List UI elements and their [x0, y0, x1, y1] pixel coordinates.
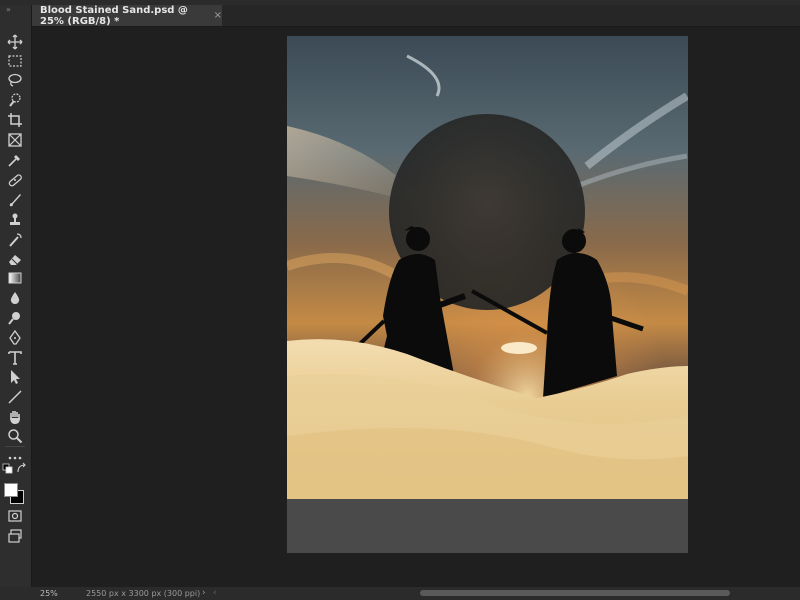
type-icon[interactable] — [5, 349, 25, 367]
status-menu-arrow[interactable]: › — [202, 588, 206, 598]
quick-mask-icon[interactable] — [5, 507, 25, 525]
gradient-icon[interactable] — [5, 269, 25, 287]
line-icon[interactable] — [5, 388, 25, 406]
document-tab[interactable]: Blood Stained Sand.psd @ 25% (RGB/8) * × — [32, 4, 222, 27]
panel-collapse-icon[interactable]: » — [6, 5, 11, 14]
history-brush-icon[interactable] — [5, 231, 25, 249]
move-icon[interactable] — [5, 33, 25, 51]
foreground-color-swatch[interactable] — [4, 483, 18, 497]
document-tab-title: Blood Stained Sand.psd @ 25% (RGB/8) * — [40, 4, 188, 27]
dodge-icon[interactable] — [5, 309, 25, 327]
zoom-level-field[interactable]: 25% — [40, 589, 58, 598]
blur-icon[interactable] — [5, 289, 25, 307]
scroll-left-icon[interactable]: ‹ — [213, 588, 217, 598]
screen-mode-icon[interactable] — [5, 527, 25, 545]
hand-icon[interactable] — [5, 408, 25, 426]
quick-select-icon[interactable] — [5, 91, 25, 109]
document-tab-bar: Blood Stained Sand.psd @ 25% (RGB/8) * × — [32, 5, 800, 27]
clone-stamp-icon[interactable] — [5, 211, 25, 229]
eyedropper-icon[interactable] — [5, 151, 25, 169]
toolbar-divider — [5, 446, 25, 447]
path-select-icon[interactable] — [5, 368, 25, 386]
horizontal-scrollbar[interactable] — [420, 590, 730, 596]
default-colors-icon[interactable] — [2, 463, 14, 475]
eraser-icon[interactable] — [5, 250, 25, 268]
tools-panel: » — [0, 5, 32, 595]
healing-icon[interactable] — [5, 171, 25, 189]
artwork-image — [287, 36, 688, 499]
crop-icon[interactable] — [5, 111, 25, 129]
document-canvas[interactable] — [287, 36, 688, 553]
document-info: 2550 px x 3300 px (300 ppi) — [86, 589, 201, 598]
lasso-icon[interactable] — [5, 71, 25, 89]
frame-icon[interactable] — [5, 131, 25, 149]
brush-icon[interactable] — [5, 191, 25, 209]
canvas-workspace[interactable] — [32, 27, 800, 587]
status-bar: 25% 2550 px x 3300 px (300 ppi) › ‹ — [0, 587, 800, 600]
zoom-icon[interactable] — [5, 427, 25, 445]
swap-colors-icon[interactable] — [16, 462, 28, 475]
close-icon[interactable]: × — [214, 10, 222, 21]
pen-icon[interactable] — [5, 329, 25, 347]
marquee-icon[interactable] — [5, 52, 25, 70]
